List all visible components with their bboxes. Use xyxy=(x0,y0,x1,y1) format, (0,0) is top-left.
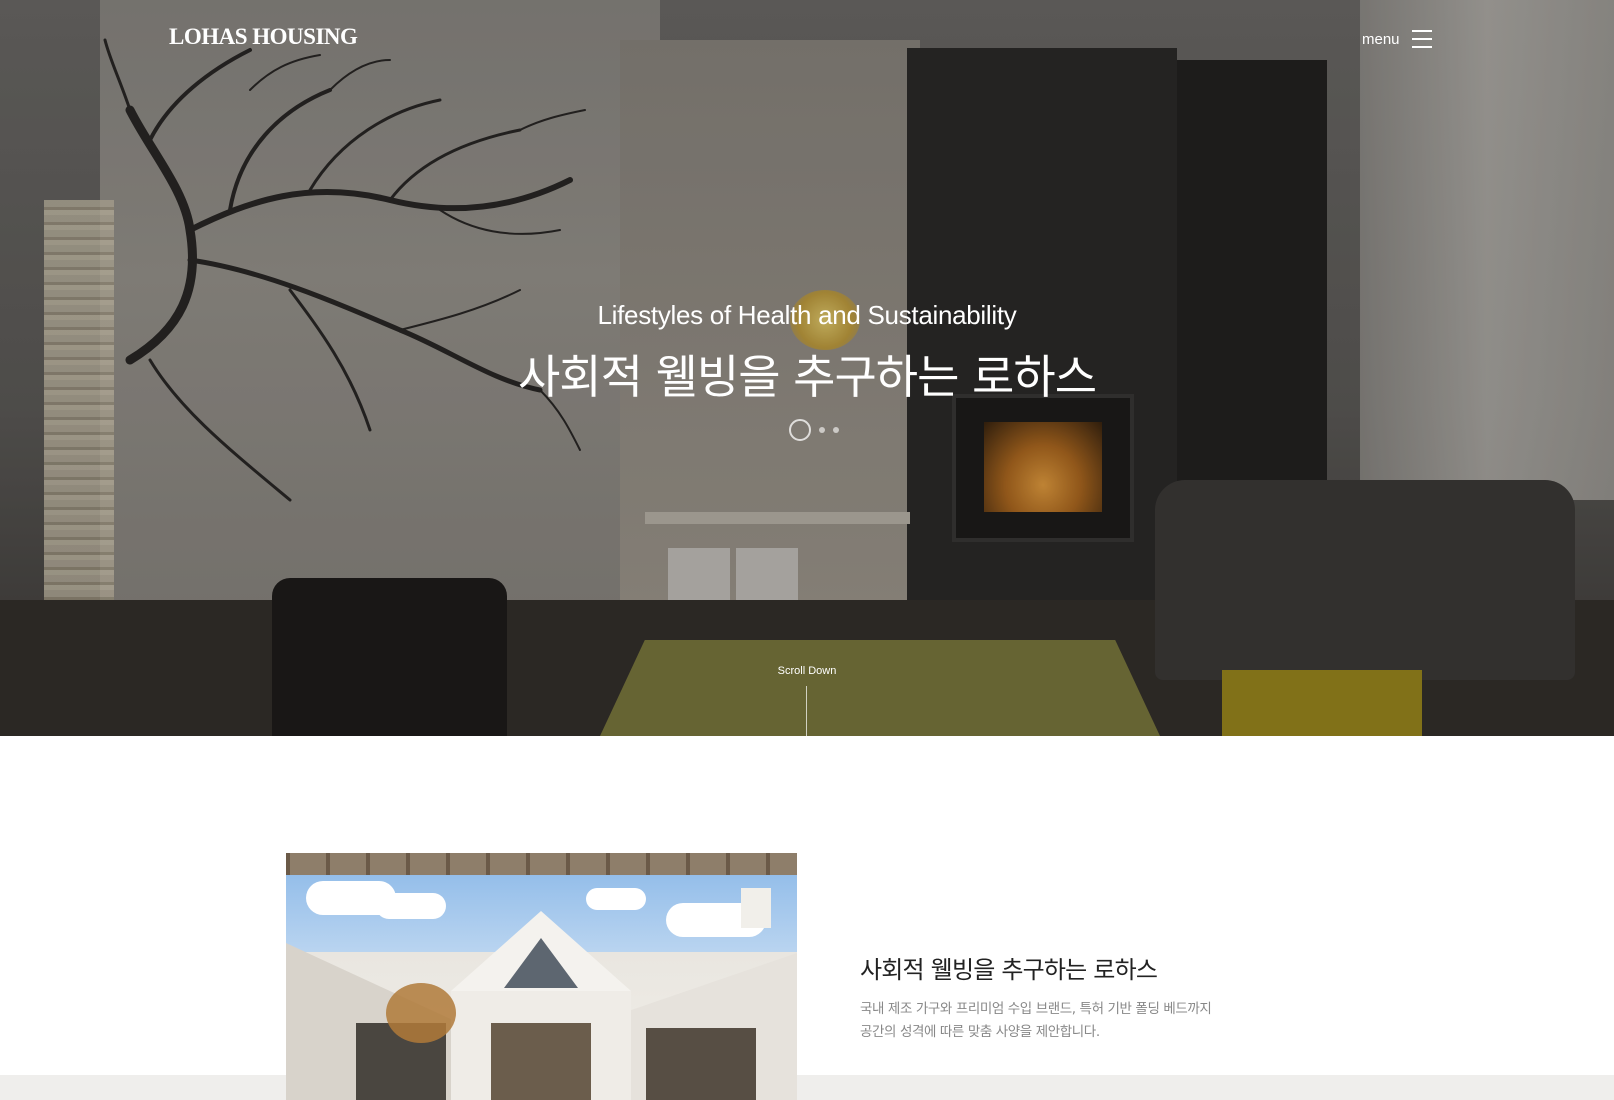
intro-desc-line-2: 공간의 성격에 따른 맞춤 사양을 제안합니다. xyxy=(860,1024,1100,1040)
section-band xyxy=(0,1075,1614,1100)
slide-dot-2[interactable] xyxy=(819,427,825,433)
intro-desc-line-1: 국내 제조 가구와 프리미엄 수입 브랜드, 특허 기반 폴딩 베드까지 xyxy=(860,1001,1212,1017)
scroll-down-line xyxy=(806,686,807,736)
hero-text: Lifestyles of Health and Sustainability … xyxy=(0,300,1614,407)
intro-photo xyxy=(286,853,797,1100)
hero-subtitle: Lifestyles of Health and Sustainability xyxy=(597,300,1017,330)
slide-dot-3[interactable] xyxy=(833,427,839,433)
hamburger-icon[interactable] xyxy=(1411,30,1432,48)
slide-dot-1[interactable] xyxy=(789,419,811,441)
hero-title: 사회적 웰빙을 추구하는 로하스 xyxy=(517,350,1097,404)
menu-label: menu xyxy=(1362,30,1400,48)
site-logo[interactable]: LOHAS HOUSING xyxy=(169,24,358,50)
intro-description: 국내 제조 가구와 프리미엄 수입 브랜드, 특허 기반 폴딩 베드까지 공간의… xyxy=(860,998,1212,1044)
intro-title: 사회적 웰빙을 추구하는 로하스 xyxy=(860,956,1158,984)
hero-section: LOHAS HOUSING menu Lifestyles of Health … xyxy=(0,0,1614,736)
slide-pager xyxy=(789,419,839,441)
scroll-down-label[interactable]: Scroll Down xyxy=(0,665,1614,677)
menu-button[interactable]: menu xyxy=(1362,24,1432,54)
